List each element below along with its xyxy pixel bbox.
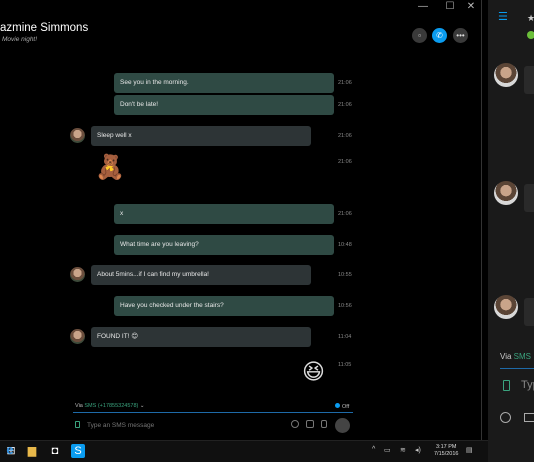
pane-message-input[interactable]: Typ [521,379,534,391]
message-bubble[interactable]: Have you checked under the stairs? [114,296,334,316]
file-explorer-icon[interactable]: ▆ [25,444,39,458]
mood-message: Movie night! [2,36,38,43]
skype-taskbar-icon[interactable]: S [71,444,85,458]
composer-divider [73,412,353,413]
more-icon: ••• [456,31,465,40]
message-time: 10:55 [338,272,352,278]
chevron-up-icon[interactable]: ^ [372,446,375,453]
video-icon: ▫ [418,31,421,40]
hamburger-menu-icon[interactable]: ☰ [498,10,508,23]
contact-avatar[interactable] [494,63,518,87]
message-bubble[interactable]: FOUND IT! 😊 [91,327,311,347]
contact-avatar[interactable] [70,329,85,344]
message-bubble[interactable]: Don't be late! [114,95,334,115]
sms-via-selector[interactable]: Via SMS (+17855324578) ⌄ [75,403,145,409]
pane-via-selector[interactable]: Via SMS [500,352,531,361]
volume-icon[interactable]: ◂) [415,446,421,454]
mobile-phone-icon [75,421,80,428]
message-time: 21:06 [338,80,352,86]
edge-icon[interactable]: e [3,443,17,457]
via-label: Via [75,403,83,409]
clock-time: 3:17 PM [435,444,457,450]
chevron-down-icon: ⌄ [139,403,145,409]
taskbar-clock[interactable]: 3:17 PM 7/15/2016 [434,444,458,458]
send-button[interactable] [335,418,350,433]
sms-toggle[interactable]: Off [335,403,349,410]
message-bubble[interactable] [524,184,534,212]
wifi-icon[interactable]: ≋ [400,446,406,454]
message-input[interactable] [87,419,277,431]
message-bubble[interactable] [524,298,534,326]
message-time: 21:06 [338,211,352,217]
message-bubble[interactable]: See you in the morning. [114,73,334,93]
message-time: 11:04 [338,334,352,340]
image-icon[interactable] [306,420,314,428]
message-time: 21:06 [338,133,352,139]
message-time: 10:48 [338,242,352,248]
phone-icon: ✆ [436,31,443,40]
minimize-button[interactable]: — [414,0,432,14]
message-bubble[interactable]: Sleep well x [91,126,311,146]
message-time: 11:05 [338,362,352,368]
notification-icon[interactable]: ▤ [466,446,473,454]
message-time: 10:56 [338,303,352,309]
laughing-face-icon: 😆 [302,359,325,384]
message-bubble[interactable]: About 5mins...if I can find my umbrella! [91,265,311,285]
message-bubble[interactable]: What time are you leaving? [114,235,334,255]
call-button[interactable]: ✆ [432,28,447,43]
via-label: Via [500,352,512,361]
sms-number: SMS (+17855324578) [84,403,139,409]
contact-card-icon[interactable] [321,420,327,428]
message-bubble[interactable] [524,66,534,94]
message-time: 21:06 [338,159,352,165]
contact-avatar[interactable] [494,181,518,205]
message-time: 21:06 [338,102,352,108]
sms-label: SMS [513,352,531,361]
contact-name[interactable]: azmine Simmons [0,22,88,34]
emoticon-icon[interactable] [500,412,511,423]
mobile-phone-icon [503,380,510,391]
network-icon[interactable]: ▭ [384,446,391,454]
maximize-button[interactable]: ☐ [441,0,459,14]
star-icon[interactable]: ★ [527,13,534,24]
image-icon[interactable] [524,413,534,422]
more-options-button[interactable]: ••• [453,28,468,43]
message-bubble[interactable]: x [114,204,334,224]
emoticon-icon[interactable] [291,420,299,428]
composer-divider [500,368,534,369]
status-online-icon [527,31,534,39]
toggle-dot-icon [335,403,340,408]
toggle-label: Off [342,404,350,410]
clock-date: 7/15/2016 [434,451,459,457]
contact-avatar[interactable] [70,128,85,143]
video-call-button[interactable]: ▫ [412,28,427,43]
skype-window: — ☐ ✕ azmine Simmons Movie night! ▫ ✆ ••… [0,0,482,440]
store-icon[interactable]: ◘ [48,444,62,458]
close-button[interactable]: ✕ [462,0,480,14]
teddy-bear-icon: 🧸 [95,154,125,181]
contact-avatar[interactable] [70,267,85,282]
contact-avatar[interactable] [494,295,518,319]
